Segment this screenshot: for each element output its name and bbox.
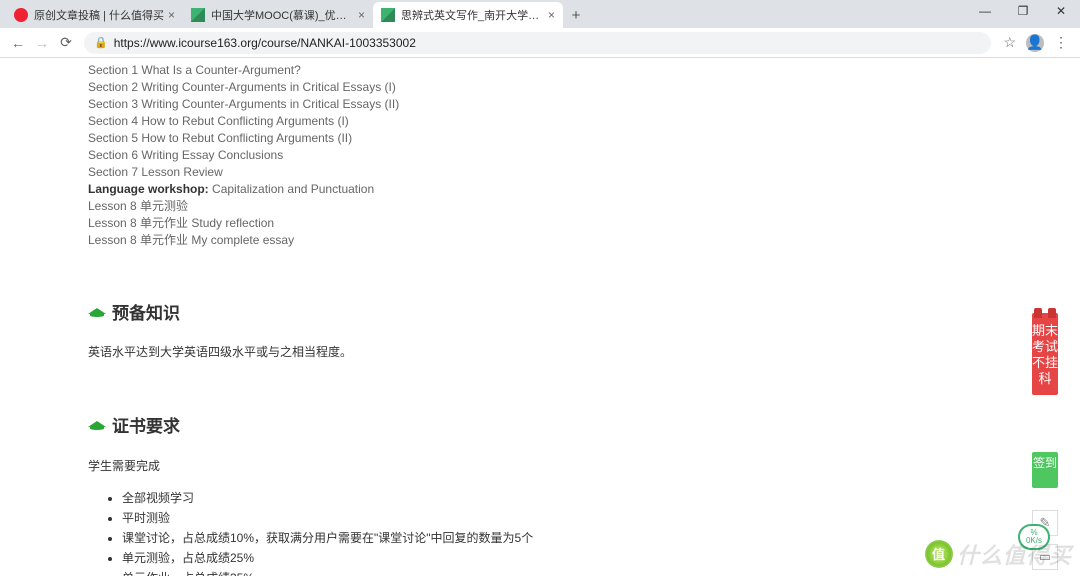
outline-item[interactable]: Section 2 Writing Counter-Arguments in C… xyxy=(88,79,760,96)
list-item: 全部视频学习 xyxy=(122,488,760,508)
list-item: 单元作业，占总成绩35% xyxy=(122,568,760,576)
close-window-button[interactable]: ✕ xyxy=(1042,0,1080,22)
reload-button[interactable]: ⟳ xyxy=(54,31,78,55)
tab-title: 中国大学MOOC(慕课)_优质在线 xyxy=(211,7,354,23)
section-header-cert: 证书要求 xyxy=(88,412,760,437)
browser-tab-2[interactable]: 思辨式英文写作_南开大学_中国大 × xyxy=(373,2,563,28)
page-content: Section 1 What Is a Counter-Argument? Se… xyxy=(0,58,1080,576)
outline-item[interactable]: Lesson 8 单元测验 xyxy=(88,198,760,215)
graduation-cap-icon xyxy=(88,418,106,432)
outline-item[interactable]: Section 6 Writing Essay Conclusions xyxy=(88,147,760,164)
close-icon[interactable]: × xyxy=(358,8,365,22)
smzdm-watermark: 什么值得买 xyxy=(925,538,1072,570)
outline-item-workshop[interactable]: Language workshop: Capitalization and Pu… xyxy=(88,181,760,198)
new-tab-button[interactable]: + xyxy=(563,2,589,28)
graduation-cap-icon xyxy=(88,305,106,319)
watermark-text: 什么值得买 xyxy=(957,538,1072,570)
workshop-rest: Capitalization and Punctuation xyxy=(209,182,374,196)
outline-item[interactable]: Section 4 How to Rebut Conflicting Argum… xyxy=(88,113,760,130)
forward-button[interactable]: → xyxy=(30,31,54,55)
close-icon[interactable]: × xyxy=(548,8,555,22)
url-input[interactable]: 🔒 https://www.icourse163.org/course/NANK… xyxy=(84,32,991,54)
cert-bullets: 全部视频学习 平时测验 课堂讨论，占总成绩10%，获取满分用户需要在"课堂讨论"… xyxy=(88,488,760,576)
list-item: 课堂讨论，占总成绩10%，获取满分用户需要在"课堂讨论"中回复的数量为5个 xyxy=(122,528,760,548)
favicon-mooc-icon xyxy=(381,8,395,22)
profile-avatar-icon[interactable]: 👤 xyxy=(1026,34,1044,52)
close-icon[interactable]: × xyxy=(168,8,175,22)
outline-item[interactable]: Section 1 What Is a Counter-Argument? xyxy=(88,62,760,79)
browser-menu-icon[interactable]: ⋮ xyxy=(1054,34,1068,51)
outline-item[interactable]: Section 7 Lesson Review xyxy=(88,164,760,181)
maximize-button[interactable]: ❐ xyxy=(1004,0,1042,22)
bookmark-star-icon[interactable]: ☆ xyxy=(1003,34,1016,51)
section-header-prereq: 预备知识 xyxy=(88,299,760,324)
back-button[interactable]: ← xyxy=(6,31,30,55)
section-title: 预备知识 xyxy=(112,299,180,324)
lock-icon: 🔒 xyxy=(94,36,108,49)
minimize-button[interactable]: — xyxy=(966,0,1004,22)
outline-item[interactable]: Section 3 Writing Counter-Arguments in C… xyxy=(88,96,760,113)
outline-item[interactable]: Lesson 8 单元作业 Study reflection xyxy=(88,215,760,232)
browser-tab-1[interactable]: 中国大学MOOC(慕课)_优质在线 × xyxy=(183,2,373,28)
tab-title: 思辨式英文写作_南开大学_中国大 xyxy=(401,7,544,23)
favicon-smzdm-icon xyxy=(14,8,28,22)
tab-title: 原创文章投稿 | 什么值得买 xyxy=(34,7,164,23)
smzdm-badge-icon xyxy=(925,540,953,568)
outline-item[interactable]: Section 5 How to Rebut Conflicting Argum… xyxy=(88,130,760,147)
address-bar: ← → ⟳ 🔒 https://www.icourse163.org/cours… xyxy=(0,28,1080,58)
cert-intro: 学生需要完成 xyxy=(88,457,760,474)
window-controls: — ❐ ✕ xyxy=(966,0,1080,22)
float-exam-banner[interactable]: 期末考试不挂科 xyxy=(1032,313,1058,395)
outline-item[interactable]: Lesson 8 单元作业 My complete essay xyxy=(88,232,760,249)
list-item: 平时测验 xyxy=(122,508,760,528)
float-checkin-button[interactable]: 签到 xyxy=(1032,452,1058,488)
list-item: 单元测验，占总成绩25% xyxy=(122,548,760,568)
section-title: 证书要求 xyxy=(112,412,180,437)
url-text: https://www.icourse163.org/course/NANKAI… xyxy=(114,36,416,50)
workshop-label: Language workshop: xyxy=(88,182,209,196)
prereq-text: 英语水平达到大学英语四级水平或与之相当程度。 xyxy=(88,342,760,362)
browser-tab-0[interactable]: 原创文章投稿 | 什么值得买 × xyxy=(6,2,183,28)
tab-strip: 原创文章投稿 | 什么值得买 × 中国大学MOOC(慕课)_优质在线 × 思辨式… xyxy=(0,0,1080,28)
favicon-mooc-icon xyxy=(191,8,205,22)
